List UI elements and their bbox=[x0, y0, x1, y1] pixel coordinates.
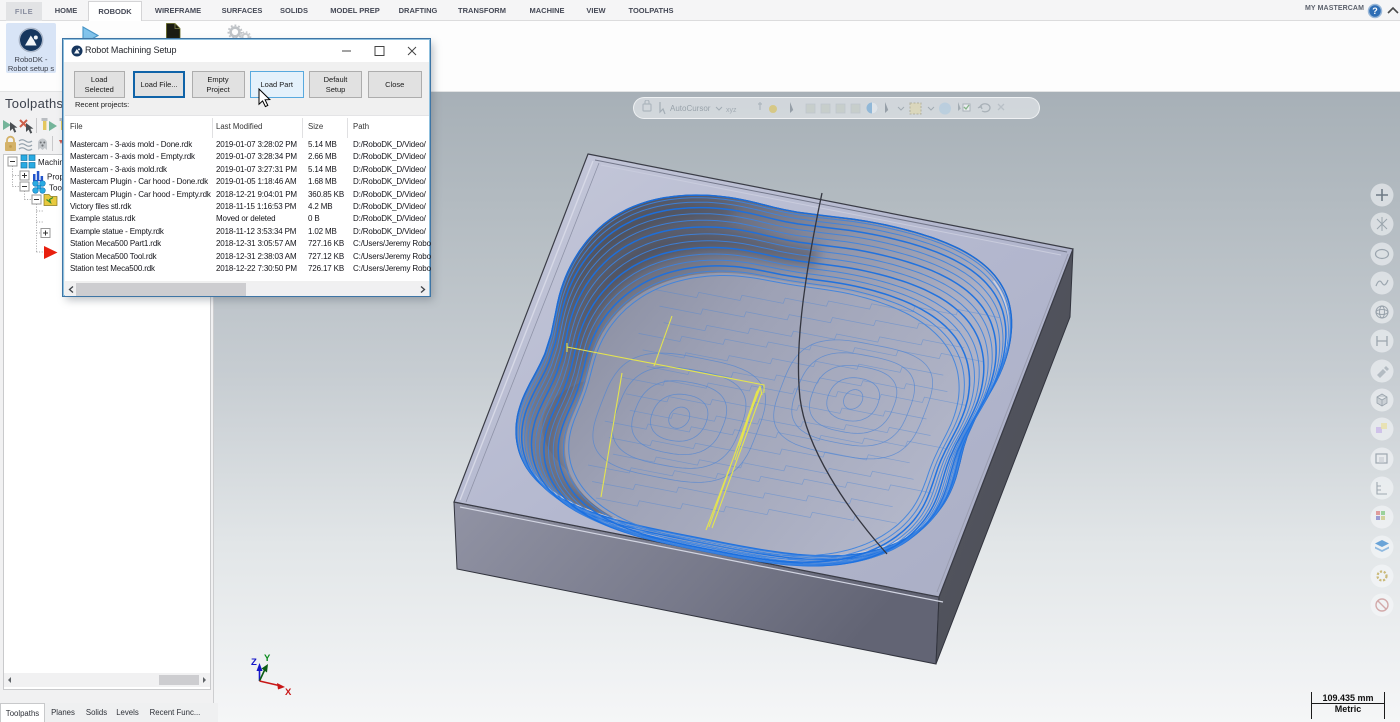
svg-text:X: X bbox=[285, 687, 292, 698]
svg-text:xyz: xyz bbox=[726, 107, 737, 114]
svg-text:AutoCursor: AutoCursor bbox=[670, 104, 711, 113]
svg-text:Z: Z bbox=[251, 657, 257, 668]
svg-text:Y: Y bbox=[264, 653, 271, 664]
